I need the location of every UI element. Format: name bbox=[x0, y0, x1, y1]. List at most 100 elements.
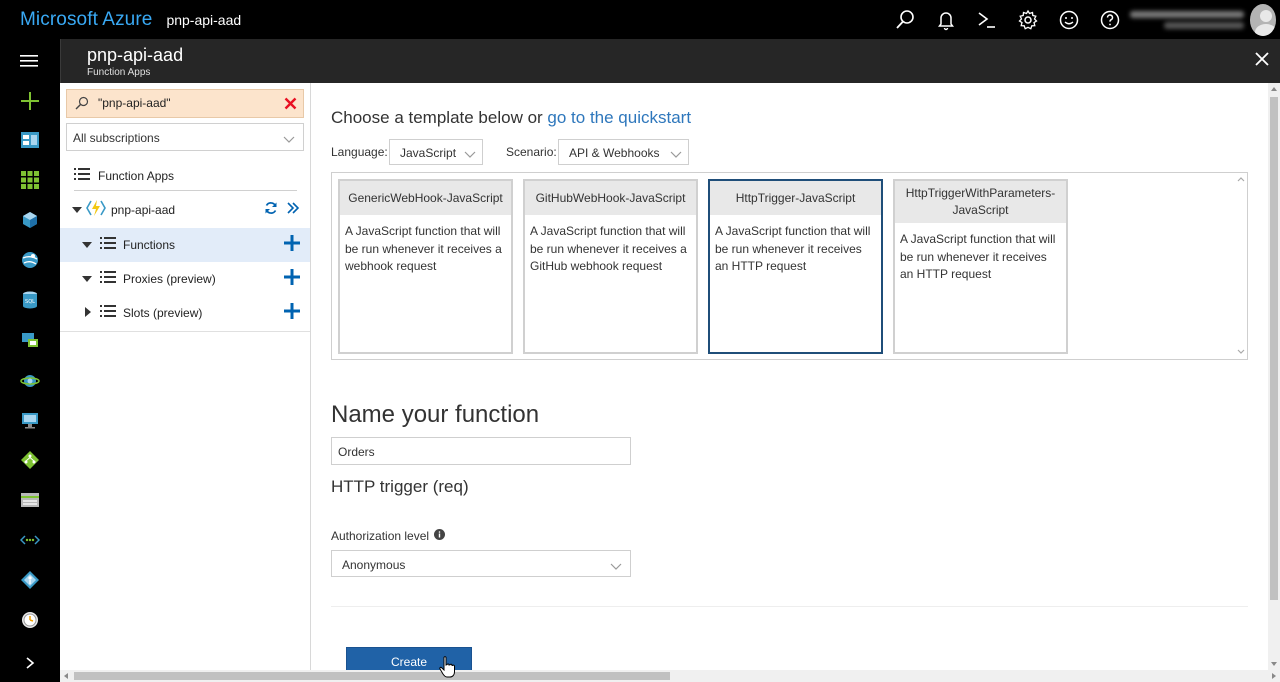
function-apps-label: Function Apps bbox=[98, 169, 175, 183]
add-function-plus-icon[interactable] bbox=[284, 234, 300, 256]
add-proxy-plus-icon[interactable] bbox=[284, 268, 300, 290]
settings-gear-icon[interactable] bbox=[1007, 0, 1048, 39]
hamburger-menu-icon[interactable] bbox=[0, 41, 60, 81]
feedback-smiley-icon[interactable] bbox=[1048, 0, 1089, 39]
language-value: JavaScript bbox=[400, 146, 457, 160]
account-name-redacted bbox=[1130, 8, 1244, 32]
scenario-dropdown[interactable]: API & Webhooks bbox=[558, 139, 689, 165]
caret-expanded-icon[interactable] bbox=[82, 270, 92, 288]
quickstart-link[interactable]: go to the quickstart bbox=[547, 108, 691, 127]
tree-item-slots[interactable]: Slots (preview) bbox=[60, 296, 310, 330]
function-name-value: Orders bbox=[338, 445, 375, 459]
template-title: GitHubWebHook-JavaScript bbox=[525, 181, 696, 215]
refresh-icon[interactable] bbox=[264, 201, 278, 220]
template-card[interactable]: GitHubWebHook-JavaScript A JavaScript fu… bbox=[523, 179, 698, 354]
caret-expanded-icon[interactable] bbox=[82, 236, 92, 254]
language-label: Language: bbox=[331, 145, 388, 159]
template-description: A JavaScript function that will be run w… bbox=[715, 224, 871, 273]
authorization-level-dropdown[interactable]: Anonymous bbox=[331, 550, 631, 577]
section-divider bbox=[331, 606, 1248, 607]
caret-collapsed-icon[interactable] bbox=[84, 304, 92, 322]
list-icon bbox=[100, 304, 116, 323]
template-description: A JavaScript function that will be run w… bbox=[530, 224, 687, 273]
list-icon bbox=[74, 167, 90, 186]
vertical-scroll-thumb[interactable] bbox=[1270, 97, 1278, 600]
all-resources-icon[interactable] bbox=[0, 160, 60, 200]
vertical-scrollbar[interactable] bbox=[1268, 83, 1280, 670]
caret-expanded-icon[interactable] bbox=[72, 201, 82, 219]
help-icon[interactable] bbox=[1089, 0, 1130, 39]
language-dropdown[interactable]: JavaScript bbox=[389, 139, 483, 165]
scroll-right-arrow-icon[interactable] bbox=[1268, 670, 1280, 682]
template-title: HttpTrigger-JavaScript bbox=[710, 181, 881, 215]
virtual-machines-icon[interactable] bbox=[0, 400, 60, 440]
template-gallery: GenericWebHook-JavaScript A JavaScript f… bbox=[331, 172, 1248, 360]
function-apps-link[interactable]: Function Apps bbox=[74, 162, 297, 191]
template-description: A JavaScript function that will be run w… bbox=[900, 232, 1056, 281]
template-title: HttpTriggerWithParameters-JavaScript bbox=[895, 181, 1066, 223]
clear-search-icon[interactable] bbox=[284, 97, 297, 115]
close-icon[interactable] bbox=[1250, 47, 1274, 71]
template-card[interactable]: HttpTriggerWithParameters-JavaScript A J… bbox=[893, 179, 1068, 354]
virtual-machines-classic-icon[interactable] bbox=[0, 320, 60, 360]
expand-chevron-icon[interactable] bbox=[0, 643, 60, 682]
cloud-services-icon[interactable] bbox=[0, 360, 60, 400]
choose-template-heading: Choose a template below or go to the qui… bbox=[331, 108, 691, 128]
search-value: "pnp-api-aad" bbox=[98, 96, 171, 110]
horizontal-scrollbar[interactable] bbox=[60, 670, 1280, 682]
function-name-input[interactable]: Orders bbox=[331, 437, 631, 465]
subscription-dropdown[interactable]: All subscriptions bbox=[66, 123, 304, 151]
tree-item-function-app[interactable]: pnp-api-aad bbox=[60, 193, 310, 227]
tree-item-label: Functions bbox=[123, 238, 176, 252]
notifications-bell-icon[interactable] bbox=[925, 0, 966, 39]
account-menu[interactable] bbox=[1130, 0, 1280, 39]
chevron-down-icon bbox=[283, 131, 295, 149]
tree-item-functions[interactable]: Functions bbox=[60, 228, 310, 262]
tree-divider bbox=[60, 331, 310, 332]
function-app-tree-panel: "pnp-api-aad" All subscriptions Function… bbox=[60, 83, 311, 682]
double-chevron-right-icon[interactable] bbox=[286, 201, 300, 220]
blade-subtitle: Function Apps bbox=[87, 67, 151, 78]
azure-active-directory-icon[interactable] bbox=[0, 560, 60, 600]
gallery-scrollbar[interactable] bbox=[1235, 173, 1247, 359]
hand-cursor-icon bbox=[439, 656, 455, 682]
scroll-up-arrow-icon[interactable] bbox=[1268, 83, 1280, 95]
chevron-down-icon bbox=[670, 146, 682, 164]
list-icon bbox=[100, 270, 116, 289]
blade-title: pnp-api-aad bbox=[87, 45, 184, 65]
resource-breadcrumb[interactable]: pnp-api-aad bbox=[166, 12, 241, 28]
search-icon bbox=[75, 96, 89, 115]
load-balancers-icon[interactable] bbox=[0, 440, 60, 480]
left-nav-rail: SQL bbox=[0, 39, 60, 682]
subscription-value: All subscriptions bbox=[73, 131, 160, 145]
template-card[interactable]: GenericWebHook-JavaScript A JavaScript f… bbox=[338, 179, 513, 354]
monitor-icon[interactable] bbox=[0, 600, 60, 640]
chevron-down-icon bbox=[610, 558, 622, 576]
template-card-selected[interactable]: HttpTrigger-JavaScript A JavaScript func… bbox=[708, 179, 883, 354]
top-icons bbox=[884, 0, 1280, 39]
function-app-bolt-icon bbox=[86, 199, 106, 222]
svg-text:SQL: SQL bbox=[25, 299, 35, 305]
new-function-pane: Choose a template below or go to the qui… bbox=[311, 83, 1268, 670]
new-plus-icon[interactable] bbox=[0, 81, 60, 121]
resource-search-input[interactable]: "pnp-api-aad" bbox=[66, 89, 304, 118]
tree-item-proxies[interactable]: Proxies (preview) bbox=[60, 262, 310, 296]
sql-databases-icon[interactable]: SQL bbox=[0, 280, 60, 320]
add-slot-plus-icon[interactable] bbox=[284, 302, 300, 324]
storage-accounts-icon[interactable] bbox=[0, 480, 60, 520]
search-icon[interactable] bbox=[884, 0, 925, 39]
dashboard-icon[interactable] bbox=[0, 120, 60, 160]
horizontal-scroll-thumb[interactable] bbox=[74, 672, 670, 680]
cloud-shell-icon[interactable] bbox=[966, 0, 1007, 39]
azure-brand-link[interactable]: Microsoft Azure bbox=[20, 9, 152, 31]
app-services-icon[interactable] bbox=[0, 240, 60, 280]
info-icon[interactable] bbox=[434, 529, 446, 543]
scroll-left-arrow-icon[interactable] bbox=[60, 670, 72, 682]
avatar[interactable] bbox=[1249, 3, 1276, 36]
top-bar: Microsoft Azure pnp-api-aad bbox=[0, 0, 1280, 39]
scroll-down-arrow-icon[interactable] bbox=[1268, 658, 1280, 670]
resource-groups-icon[interactable] bbox=[0, 200, 60, 240]
list-icon bbox=[100, 236, 116, 255]
scenario-value: API & Webhooks bbox=[569, 146, 660, 160]
virtual-networks-icon[interactable] bbox=[0, 520, 60, 560]
